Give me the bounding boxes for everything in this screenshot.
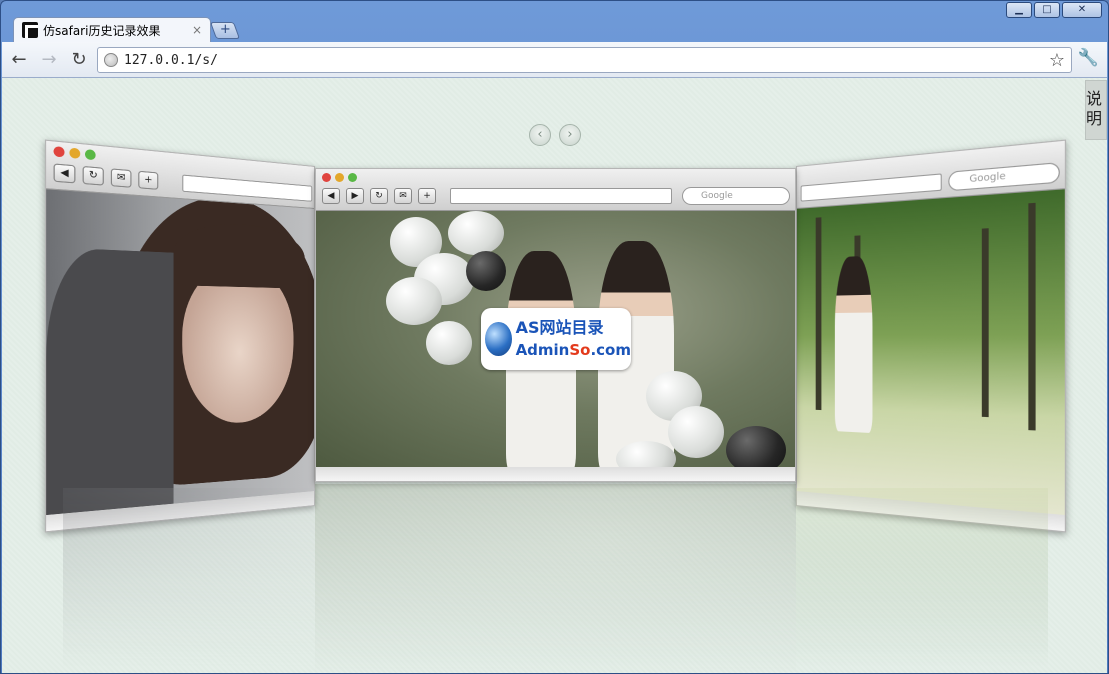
address-bar[interactable]: 127.0.0.1/s/ ☆ xyxy=(97,47,1072,73)
forward-button[interactable]: → xyxy=(36,47,62,73)
traffic-lights xyxy=(322,173,357,182)
globe-logo-icon xyxy=(485,322,512,356)
walking-girl xyxy=(834,255,873,434)
history-card-center[interactable]: ◀ ▶ ↻ ✉ + Google AS网站目录 AdminSo.com xyxy=(315,168,796,482)
card-address-bar xyxy=(182,174,313,202)
card-search-field: Google xyxy=(682,187,790,205)
page-content: 说明 ‹ › ◀ ↻ ✉ + Google ◀ ▶ ↻ ✉ + Google A… xyxy=(2,78,1107,673)
card-search-field: Google xyxy=(948,162,1060,192)
browser-window: ▁ □ ✕ 仿safari历史记录效果 × + ← → ↻ 127.0.0.1/… xyxy=(0,0,1109,674)
reload-button[interactable]: ↻ xyxy=(66,47,92,73)
reflection-right xyxy=(796,488,1048,668)
card-reload-icon: ↻ xyxy=(370,188,388,204)
toolbar: ← → ↻ 127.0.0.1/s/ ☆ 🔧 xyxy=(2,42,1107,78)
card-back-icon: ◀ xyxy=(53,163,76,184)
tab-active[interactable]: 仿safari历史记录效果 × xyxy=(13,17,211,42)
logo-title: AS网站目录 xyxy=(515,318,604,337)
card-plus-icon: + xyxy=(418,188,436,204)
close-window-button[interactable]: ✕ xyxy=(1062,2,1102,18)
card-reload-icon: ↻ xyxy=(82,165,104,186)
url-text[interactable]: 127.0.0.1/s/ xyxy=(124,53,1049,68)
window-controls: ▁ □ ✕ xyxy=(1006,2,1102,18)
history-card-right[interactable]: Google xyxy=(796,139,1067,533)
minimize-button[interactable]: ▁ xyxy=(1006,2,1032,18)
tab-title: 仿safari历史记录效果 xyxy=(43,23,161,38)
new-tab-button[interactable]: + xyxy=(209,22,241,39)
favicon-icon xyxy=(22,22,38,38)
reflection-center xyxy=(315,484,796,673)
maximize-button[interactable]: □ xyxy=(1034,2,1060,18)
card-forward-icon: ▶ xyxy=(346,188,364,204)
card-address-bar xyxy=(800,173,942,202)
back-button[interactable]: ← xyxy=(6,47,32,73)
card-screenshot-balloons: AS网站目录 AdminSo.com xyxy=(316,211,795,467)
card-nav-buttons: ◀ ↻ ✉ + xyxy=(53,163,159,190)
carousel-arrows: ‹ › xyxy=(529,124,581,146)
reflection-left xyxy=(63,488,315,668)
adminso-logo: AS网站目录 AdminSo.com xyxy=(481,308,631,370)
card-toolbar: ◀ ▶ ↻ ✉ + Google xyxy=(316,169,795,211)
card-screenshot-park xyxy=(796,189,1065,516)
card-nav-buttons: ◀ ▶ ↻ ✉ + xyxy=(322,188,436,204)
traffic-lights xyxy=(53,146,96,161)
next-arrow-button[interactable]: › xyxy=(559,124,581,146)
tab-close-icon[interactable]: × xyxy=(192,23,202,37)
card-mail-icon: ✉ xyxy=(110,168,132,188)
plus-icon: + xyxy=(219,22,231,37)
card-plus-icon: + xyxy=(138,170,159,190)
bookmark-star-icon[interactable]: ☆ xyxy=(1049,50,1065,71)
card-address-bar xyxy=(450,188,672,204)
globe-icon xyxy=(104,53,118,67)
history-card-left[interactable]: ◀ ↻ ✉ + xyxy=(44,139,316,533)
card-back-icon: ◀ xyxy=(322,188,340,204)
card-screenshot-portrait xyxy=(46,189,315,516)
prev-arrow-button[interactable]: ‹ xyxy=(529,124,551,146)
wrench-icon[interactable]: 🔧 xyxy=(1078,48,1099,68)
logo-domain: AdminSo.com xyxy=(515,341,631,359)
card-mail-icon: ✉ xyxy=(394,188,412,204)
side-tab-instructions[interactable]: 说明 xyxy=(1083,80,1107,140)
